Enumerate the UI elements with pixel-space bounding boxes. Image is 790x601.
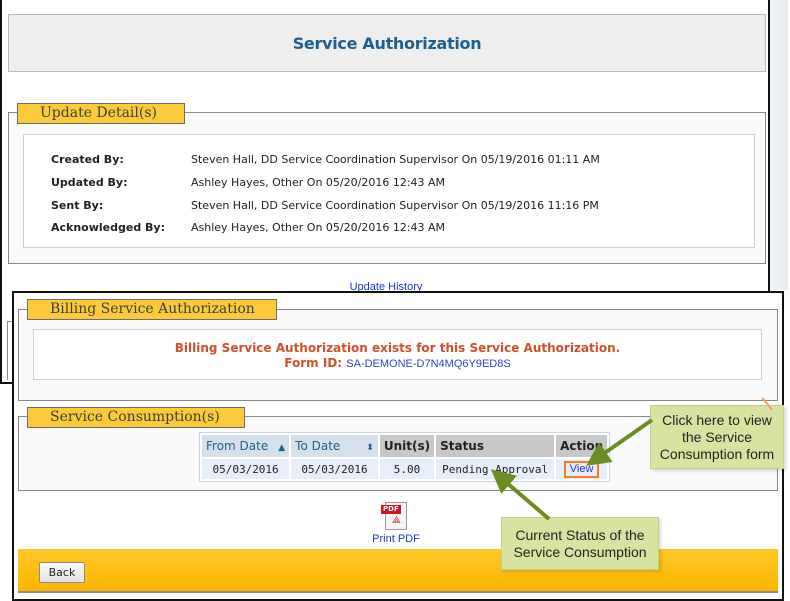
created-by-label: Created By: (51, 153, 124, 166)
billing-message: Billing Service Authorization exists for… (174, 341, 621, 355)
cell-status: Pending Approval (436, 459, 555, 479)
update-details-section: Created By: Steven Hall, DD Service Coor… (8, 112, 766, 264)
callout-status-hint: Current Status of the Service Consumptio… (501, 517, 659, 570)
acknowledged-by-value: Ashley Hayes, Other On 05/20/2016 12:43 … (191, 221, 446, 234)
updated-by-label: Updated By: (51, 176, 128, 189)
cell-to-date: 05/03/2016 (291, 459, 378, 479)
table-header-row: From Date ▲ To Date ⬍ Unit(s) Status Actio… (202, 435, 608, 457)
from-date-header-label: From Date (206, 439, 269, 453)
form-id-value[interactable]: SA-DEMONE-D7N4MQ6Y9ED8S (346, 358, 510, 370)
pdf-badge: PDF (381, 505, 401, 514)
update-details-legend: Update Detail(s) (17, 103, 185, 124)
column-header-status: Status (436, 435, 555, 457)
cell-units: 5.00 (379, 459, 435, 479)
form-id-label: Form ID: (284, 356, 343, 370)
to-date-header-label: To Date (295, 439, 341, 453)
page-header: Service Authorization (8, 14, 766, 72)
print-pdf-button[interactable]: PDF ⟁ Print PDF (368, 502, 424, 545)
acrobat-glyph: ⟁ (392, 515, 401, 526)
sent-by-value: Steven Hall, DD Service Coordination Sup… (191, 199, 599, 212)
form-id-line: Form ID: SA-DEMONE-D7N4MQ6Y9ED8S (34, 356, 761, 370)
column-header-to-date[interactable]: To Date ⬍ (291, 435, 378, 457)
billing-section: Billing Service Authorization exists for… (18, 309, 778, 401)
callout-status-hint-text: Current Status of the Service Consumptio… (513, 526, 647, 560)
view-link[interactable]: View (563, 460, 600, 478)
acknowledged-by-label: Acknowledged By: (51, 221, 165, 234)
back-button[interactable]: Back (39, 562, 85, 583)
page-title: Service Authorization (292, 33, 482, 53)
cell-from-date: 05/03/2016 (202, 459, 290, 479)
column-header-units: Unit(s) (379, 435, 435, 457)
callout-view-hint-text: Click here to view the Service Consumpti… (659, 411, 775, 462)
billing-legend: Billing Service Authorization (27, 299, 277, 320)
print-pdf-label: Print PDF (372, 533, 420, 545)
sent-by-label: Sent By: (51, 199, 104, 212)
footer-toolbar: Back (18, 549, 778, 593)
cell-action: View (556, 459, 608, 479)
created-by-value: Steven Hall, DD Service Coordination Sup… (191, 153, 600, 166)
table-row: 05/03/2016 05/03/2016 5.00 Pending Appro… (202, 459, 608, 479)
callout-view-hint: Click here to view the Service Consumpti… (650, 405, 784, 469)
window-edge-shadow (770, 0, 788, 290)
sort-ascending-icon: ▲ (278, 443, 286, 453)
pdf-file-icon: PDF ⟁ (381, 502, 407, 530)
billing-message-box: Billing Service Authorization exists for… (33, 329, 762, 380)
updated-by-value: Ashley Hayes, Other On 05/20/2016 12:43 … (191, 176, 446, 189)
sort-both-icon: ⬍ (366, 443, 374, 453)
column-header-action: Action (556, 435, 608, 457)
consumption-legend: Service Consumption(s) (27, 407, 245, 428)
consumption-table: From Date ▲ To Date ⬍ Unit(s) Status Actio… (199, 432, 611, 482)
column-header-from-date[interactable]: From Date ▲ (202, 435, 290, 457)
